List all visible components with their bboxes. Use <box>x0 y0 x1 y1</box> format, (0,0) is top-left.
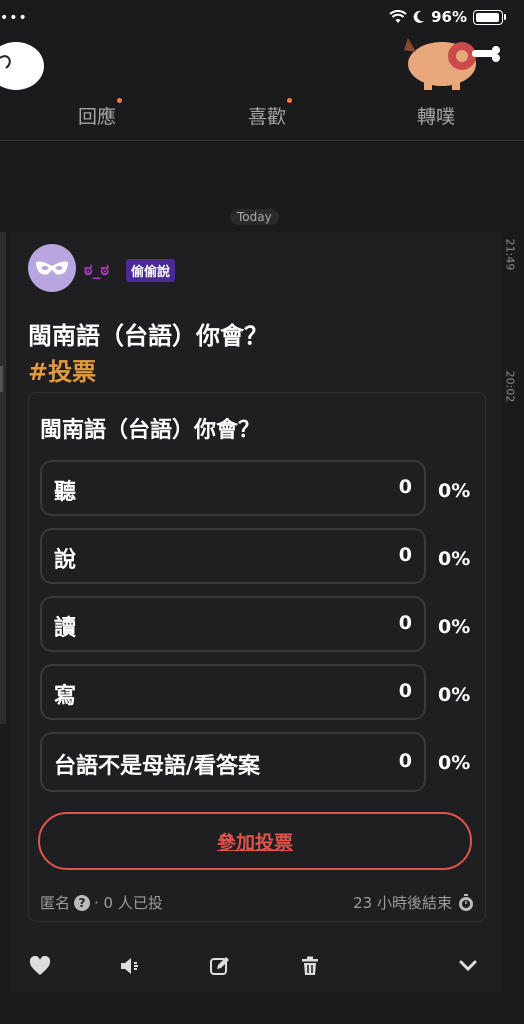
tab-likes-label: 喜歡 <box>248 106 287 128</box>
tab-replurks-label: 轉噗 <box>417 106 456 128</box>
poll-option-label: 台語不是母語/看答案 <box>54 754 261 779</box>
poll-option-label: 寫 <box>54 684 77 709</box>
poll-option-count: 0 <box>398 750 412 772</box>
trash-icon[interactable] <box>294 950 326 982</box>
poll-footer-left: 匿名 ? · 0 人已投 <box>40 892 163 913</box>
battery-icon <box>473 9 503 25</box>
poll-end-time: 23 小時後結束 <box>353 894 452 912</box>
today-divider: Today <box>230 209 279 225</box>
poll-option[interactable]: 聽 0 <box>40 460 426 516</box>
poll-option-label: 聽 <box>54 480 77 505</box>
poll-option-percent: 0% <box>438 752 471 774</box>
poll-option-label: 讀 <box>54 616 77 641</box>
tab-replies[interactable]: 回應 <box>78 98 123 129</box>
edit-icon[interactable] <box>204 950 236 982</box>
battery-percent: 96% <box>431 8 467 26</box>
avatar[interactable] <box>28 244 76 292</box>
poll-option-count: 0 <box>398 680 412 702</box>
help-icon[interactable]: ? <box>74 894 91 911</box>
heart-icon[interactable] <box>24 950 56 982</box>
poll-option-percent: 0% <box>438 616 471 638</box>
vote-button[interactable]: 參加投票 <box>38 812 472 870</box>
poll-option-percent: 0% <box>438 548 471 570</box>
poll-option[interactable]: 讀 0 <box>40 596 426 652</box>
moon-icon <box>413 10 425 23</box>
username[interactable]: ಠ_ಠ <box>84 260 109 280</box>
poll-option-count: 0 <box>398 544 412 566</box>
character-blob-icon <box>0 42 44 90</box>
poll-option-count: 0 <box>398 612 412 634</box>
poll-question: 閩南語（台語）你會？ <box>40 418 261 443</box>
tab-likes[interactable]: 喜歡 <box>248 98 293 129</box>
poll-option[interactable]: 台語不是母語/看答案 0 <box>40 732 426 792</box>
post-hashtag[interactable]: #投票 <box>28 352 96 387</box>
chevron-down-icon[interactable] <box>452 950 484 982</box>
notification-dot <box>287 98 293 103</box>
mask-icon <box>36 261 68 275</box>
timer-icon <box>459 893 473 911</box>
anonymous-label: 匿名 <box>40 894 71 912</box>
timeline-left-bar <box>0 232 6 724</box>
poll-footer-right: 23 小時後結束 <box>353 892 474 913</box>
poll-option[interactable]: 說 0 <box>40 528 426 584</box>
status-dots: ••• <box>0 10 28 26</box>
timeline-time: 20:02 <box>503 370 517 403</box>
notification-dot <box>117 98 123 103</box>
status-right: 96% <box>389 8 506 26</box>
poll-option-label: 說 <box>54 548 77 573</box>
vote-button-label: 參加投票 <box>216 831 293 854</box>
poll-option-count: 0 <box>398 476 412 498</box>
wifi-icon <box>389 10 407 23</box>
tab-replies-label: 回應 <box>78 106 117 128</box>
post-title: 閩南語（台語）你會？ <box>28 322 268 350</box>
timeline-time: 21:49 <box>503 238 517 271</box>
voter-count: · 0 人已投 <box>94 894 163 912</box>
poll-option-percent: 0% <box>438 684 471 706</box>
tab-replurks[interactable]: 轉噗 <box>417 102 455 129</box>
dog-character-icon <box>404 38 500 90</box>
poll-option-percent: 0% <box>438 480 471 502</box>
battery-cap <box>504 14 506 20</box>
speaker-icon[interactable] <box>114 950 146 982</box>
timeline-marker <box>0 366 3 392</box>
action-bar <box>28 950 488 986</box>
anonymous-badge: 偷偷說 <box>126 259 176 282</box>
poll-option[interactable]: 寫 0 <box>40 664 426 720</box>
